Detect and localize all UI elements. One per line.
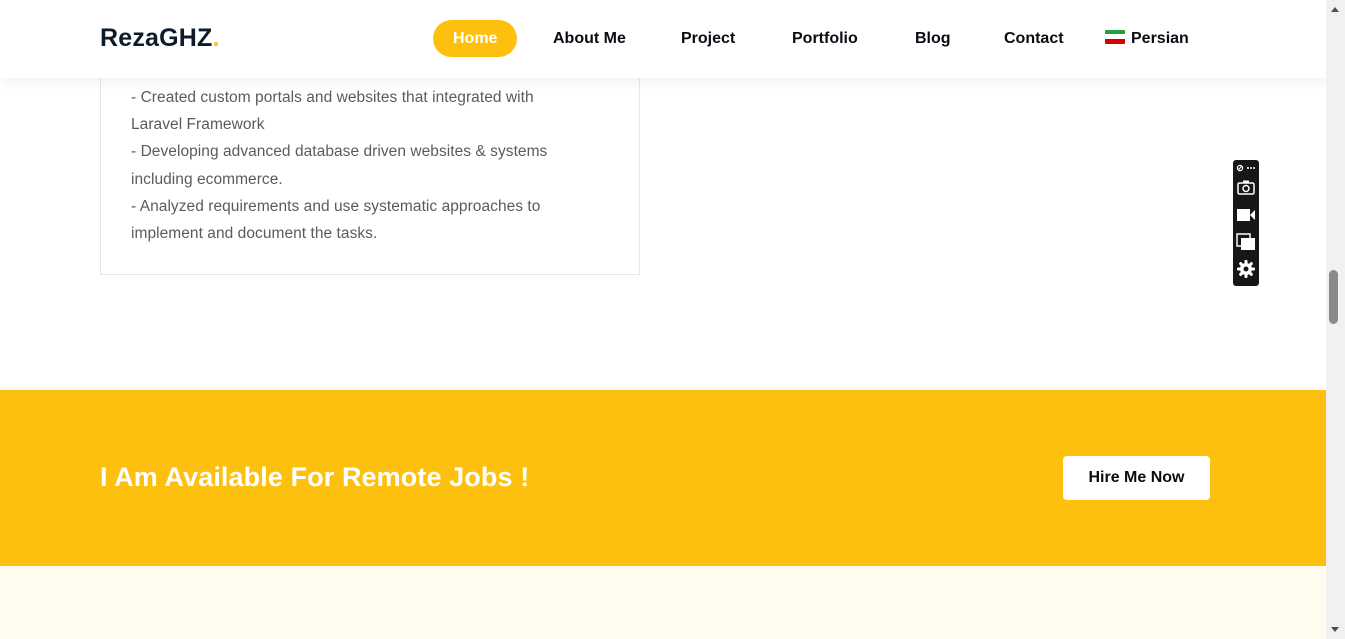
scroll-down-icon[interactable]	[1331, 627, 1339, 632]
nav-portfolio[interactable]: Portfolio	[792, 20, 858, 57]
experience-line: - Developing advanced database driven we…	[131, 143, 548, 161]
experience-line: including ecommerce.	[131, 170, 283, 188]
gear-icon[interactable]	[1236, 259, 1256, 279]
experience-description: - Created custom portals and websites th…	[131, 84, 611, 247]
nav-language-label: Persian	[1131, 30, 1189, 47]
video-icon[interactable]	[1236, 205, 1256, 225]
logo-dot: .	[212, 24, 220, 52]
nav-language-persian[interactable]: Persian	[1105, 20, 1189, 57]
site-header: RezaGHZ. Home About Me Project Portfolio…	[0, 0, 1326, 78]
scrollbar-thumb[interactable]	[1329, 270, 1338, 324]
experience-line: Laravel Framework	[131, 116, 265, 134]
nav-about-me[interactable]: About Me	[553, 20, 626, 57]
capture-toolbar	[1233, 160, 1259, 286]
page: - Created custom portals and websites th…	[0, 0, 1326, 639]
copy-window-icon[interactable]	[1236, 232, 1256, 252]
experience-line: implement and document the tasks.	[131, 225, 378, 243]
experience-line: - Analyzed requirements and use systemat…	[131, 197, 541, 215]
nav-contact[interactable]: Contact	[1004, 20, 1064, 57]
page-scrollbar[interactable]	[1326, 0, 1345, 639]
camera-icon[interactable]	[1236, 178, 1256, 198]
experience-line: - Created custom portals and websites th…	[131, 89, 534, 106]
scroll-up-icon[interactable]	[1331, 7, 1339, 12]
link-icon[interactable]	[1235, 162, 1257, 174]
hire-title: I Am Available For Remote Jobs !	[100, 462, 530, 492]
nav-project[interactable]: Project	[681, 20, 735, 57]
hire-banner: I Am Available For Remote Jobs ! Hire Me…	[0, 390, 1326, 566]
next-section	[0, 566, 1326, 639]
iran-flag-icon	[1105, 29, 1125, 44]
logo[interactable]: RezaGHZ.	[100, 24, 220, 53]
hire-me-button[interactable]: Hire Me Now	[1063, 456, 1210, 500]
nav-blog[interactable]: Blog	[915, 20, 951, 57]
logo-text: RezaGHZ	[100, 24, 213, 52]
nav-home[interactable]: Home	[433, 20, 518, 57]
